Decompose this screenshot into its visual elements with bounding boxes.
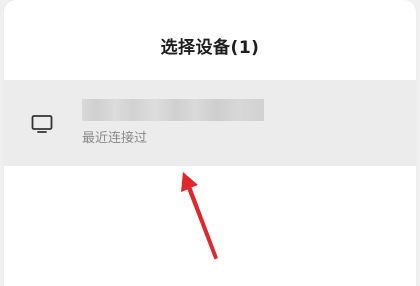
dialog-title: 选择设备(1) xyxy=(160,38,260,58)
device-list-item[interactable]: 最近连接过 xyxy=(4,80,416,166)
red-arrow-pointer-icon xyxy=(181,172,218,260)
device-name-redacted xyxy=(82,99,264,121)
device-picker-screen: 选择设备(1) 最近连接过 xyxy=(0,0,420,286)
device-status: 最近连接过 xyxy=(82,131,148,146)
tv-icon xyxy=(31,115,53,133)
bottom-sheet-dialog: 选择设备(1) 最近连接过 xyxy=(4,0,416,286)
